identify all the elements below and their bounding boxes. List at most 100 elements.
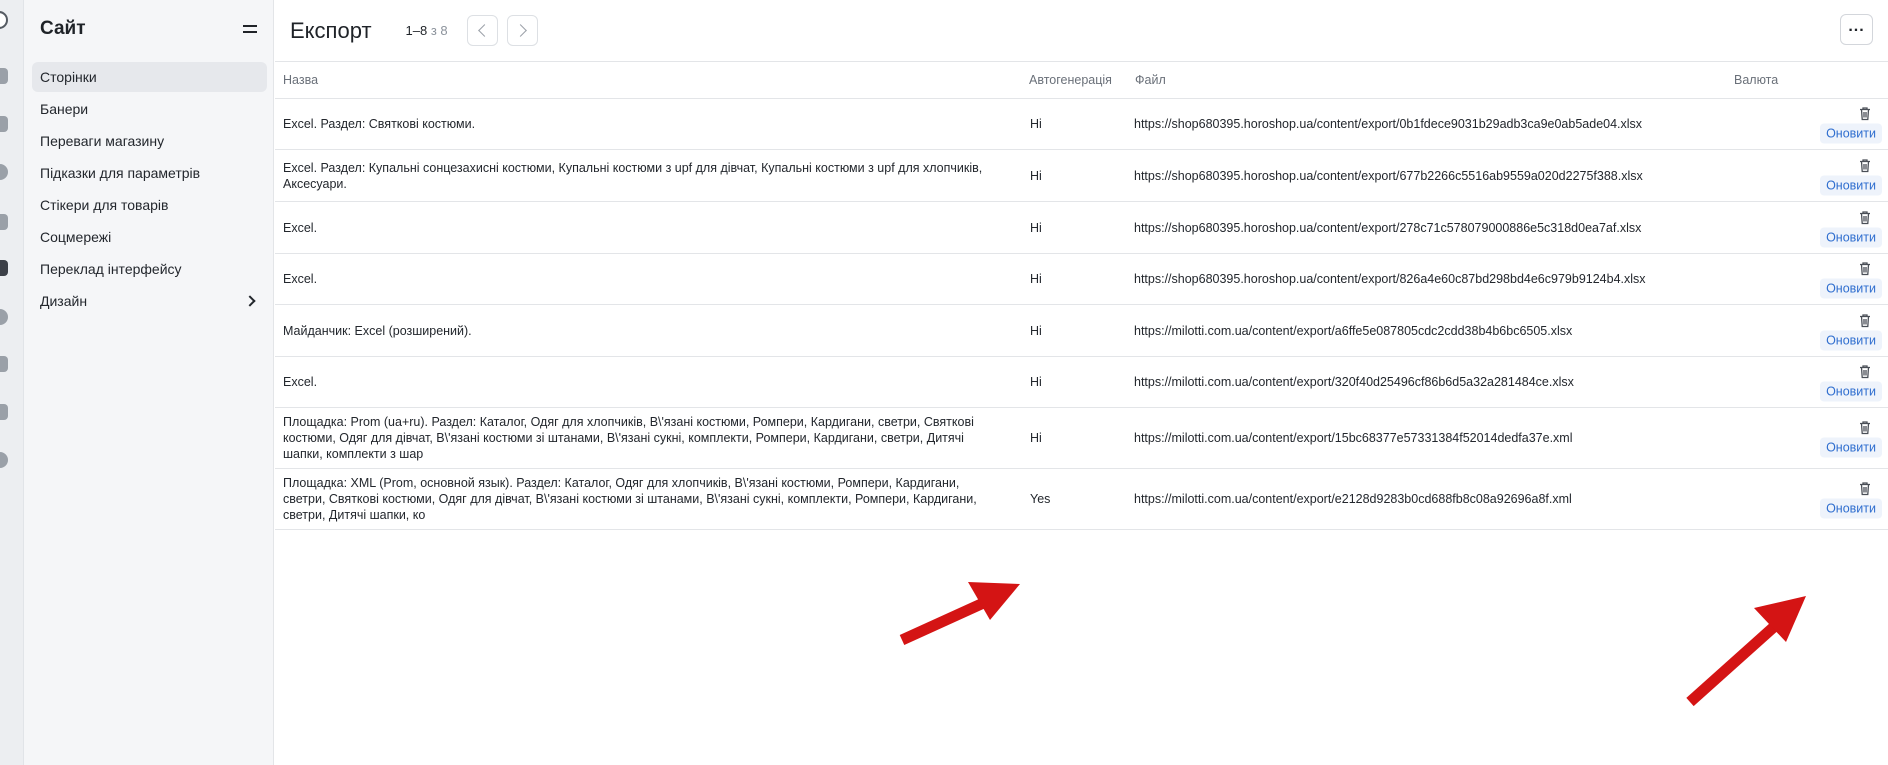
sidebar-item[interactable]: Соцмережі xyxy=(32,222,267,252)
row-actions: Оновити xyxy=(1818,363,1882,402)
row-actions: Оновити xyxy=(1818,105,1882,144)
chevron-left-icon xyxy=(477,24,491,37)
sidebar-item-label: Переклад інтерфейсу xyxy=(40,261,182,277)
trash-icon[interactable] xyxy=(1856,208,1874,226)
row-actions: Оновити xyxy=(1818,260,1882,299)
table-row[interactable]: Площадка: Prom (ua+ru). Раздел: Каталог,… xyxy=(275,408,1888,469)
row-name: Excel. xyxy=(283,272,318,286)
trash-icon[interactable] xyxy=(1856,419,1874,437)
integrations-icon[interactable] xyxy=(0,356,8,372)
row-autogen: Ні xyxy=(1030,220,1042,235)
site-icon[interactable] xyxy=(0,260,8,276)
prev-page-button[interactable] xyxy=(466,15,498,46)
row-file-link[interactable]: https://shop680395.horoshop.ua/content/e… xyxy=(1134,271,1646,287)
collapse-icon[interactable] xyxy=(241,23,259,35)
sidebar-nav: Сторінки Банери Переваги магазину Підказки … xyxy=(24,58,273,316)
sidebar-item[interactable]: Сторінки xyxy=(32,62,267,92)
next-page-button[interactable] xyxy=(506,15,538,46)
pagination-info: 1–8 з 8 xyxy=(406,23,448,38)
row-autogen: Yes xyxy=(1030,492,1051,506)
row-autogen: Ні xyxy=(1030,375,1042,389)
sidebar-item-label: Дизайн xyxy=(40,293,88,309)
table-row[interactable]: Excel. Ні https://shop680395.horoshop.ua/c… xyxy=(275,202,1888,254)
row-file-link[interactable]: https://shop680395.horoshop.ua/content/e… xyxy=(1134,116,1642,132)
table-row[interactable]: Excel. Раздел: Святкові костюми. Ні https:… xyxy=(275,99,1888,150)
row-name: Площадка: XML (Prom, основной язык). Раз… xyxy=(283,476,977,522)
sidebar-item-label: Підказки для параметрів xyxy=(40,165,201,181)
sidebar: Сайт Сторінки Банери Переваги магазину Підк… xyxy=(24,0,274,765)
sidebar-item[interactable]: Стікери для товарів xyxy=(32,190,267,220)
settings-icon[interactable] xyxy=(0,309,8,325)
update-button[interactable]: Оновити xyxy=(1820,330,1882,350)
trash-icon[interactable] xyxy=(1856,480,1874,498)
row-file-link[interactable]: https://shop680395.horoshop.ua/content/e… xyxy=(1134,220,1641,236)
row-name: Excel. xyxy=(283,375,318,389)
apps-icon[interactable] xyxy=(0,452,8,468)
sidebar-item-label: Соцмережі xyxy=(40,229,112,245)
sidebar-item[interactable]: Переваги магазину xyxy=(32,126,267,156)
more-actions-button[interactable]: ... xyxy=(1840,14,1873,45)
update-button[interactable]: Оновити xyxy=(1820,437,1882,458)
column-header-autogen[interactable]: Автогенерація xyxy=(1029,73,1112,87)
row-actions: Оновити xyxy=(1818,480,1882,519)
more-icon: ... xyxy=(1848,17,1865,35)
page-header: Експорт 1–8 з 8 ... xyxy=(275,0,1888,62)
sidebar-item-label: Стікери для товарів xyxy=(40,197,169,213)
trash-icon[interactable] xyxy=(1856,105,1874,123)
cart-icon[interactable] xyxy=(0,116,8,132)
app-rail xyxy=(0,0,24,765)
sidebar-item-label: Сторінки xyxy=(40,69,97,85)
update-button[interactable]: Оновити xyxy=(1820,498,1882,519)
trash-icon[interactable] xyxy=(1856,311,1874,329)
users-icon[interactable] xyxy=(0,164,8,180)
row-name: Майданчик: Excel (розширений). xyxy=(283,323,472,338)
marketing-icon[interactable] xyxy=(0,214,8,230)
update-button[interactable]: Оновити xyxy=(1820,227,1882,247)
row-file-link[interactable]: https://milotti.com.ua/content/export/15… xyxy=(1134,430,1573,446)
table-row[interactable]: Excel. Ні https://milotti.com.ua/content/e… xyxy=(275,357,1888,408)
table-header: Назва Автогенерація Файл Валюта xyxy=(275,62,1888,99)
sidebar-item-label: Банери xyxy=(40,101,89,117)
sidebar-item[interactable]: Дизайн xyxy=(32,286,267,316)
row-autogen: Ні xyxy=(1030,431,1042,445)
trash-icon[interactable] xyxy=(1856,156,1874,174)
update-button[interactable]: Оновити xyxy=(1820,278,1882,299)
main-content: Експорт 1–8 з 8 ... Назва Автогенерація … xyxy=(275,0,1888,765)
row-file-link[interactable]: https://milotti.com.ua/content/export/e2… xyxy=(1134,491,1572,507)
column-header-name[interactable]: Назва xyxy=(283,73,998,87)
table-row[interactable]: Excel. Раздел: Купальні сонцезахисні кос… xyxy=(275,150,1888,202)
logo-icon[interactable] xyxy=(0,11,8,29)
update-button[interactable]: Оновити xyxy=(1820,381,1882,402)
trash-icon[interactable] xyxy=(1856,363,1874,381)
row-autogen: Ні xyxy=(1030,323,1042,338)
home-icon[interactable] xyxy=(0,68,8,84)
row-file-link[interactable]: https://milotti.com.ua/content/export/32… xyxy=(1134,374,1574,390)
table-row[interactable]: Площадка: XML (Prom, основной язык). Раз… xyxy=(275,469,1888,530)
row-file-link[interactable]: https://milotti.com.ua/content/export/a6… xyxy=(1134,323,1572,339)
sidebar-item[interactable]: Банери xyxy=(32,94,267,124)
row-name: Площадка: Prom (ua+ru). Раздел: Каталог,… xyxy=(283,415,974,461)
analytics-icon[interactable] xyxy=(0,404,8,420)
row-name: Excel. Раздел: Купальні сонцезахисні кос… xyxy=(283,160,983,191)
row-autogen: Ні xyxy=(1030,117,1042,131)
table-row[interactable]: Майданчик: Excel (розширений). Ні https://… xyxy=(275,305,1888,357)
update-button[interactable]: Оновити xyxy=(1820,175,1882,195)
table-row[interactable]: Excel. Ні https://shop680395.horoshop.ua/c… xyxy=(275,254,1888,305)
sidebar-item-label: Переваги магазину xyxy=(40,133,165,149)
column-header-file[interactable]: Файл xyxy=(1135,73,1166,87)
trash-icon[interactable] xyxy=(1856,260,1874,278)
row-name: Excel. Раздел: Святкові костюми. xyxy=(283,117,476,131)
row-name: Excel. xyxy=(283,220,318,235)
page-title: Експорт xyxy=(290,17,372,43)
sidebar-item[interactable]: Переклад інтерфейсу xyxy=(32,254,267,284)
chevron-right-icon xyxy=(513,24,527,37)
column-header-currency[interactable]: Валюта xyxy=(1734,73,1778,87)
row-autogen: Ні xyxy=(1030,272,1042,286)
table-body: Excel. Раздел: Святкові костюми. Ні https:… xyxy=(275,99,1888,530)
chevron-right-icon xyxy=(244,295,256,307)
pagination-range: 1–8 xyxy=(405,23,428,38)
row-file-link[interactable]: https://shop680395.horoshop.ua/content/e… xyxy=(1134,168,1643,184)
row-actions: Оновити xyxy=(1818,156,1882,195)
sidebar-item[interactable]: Підказки для параметрів xyxy=(32,158,267,188)
update-button[interactable]: Оновити xyxy=(1820,123,1882,144)
